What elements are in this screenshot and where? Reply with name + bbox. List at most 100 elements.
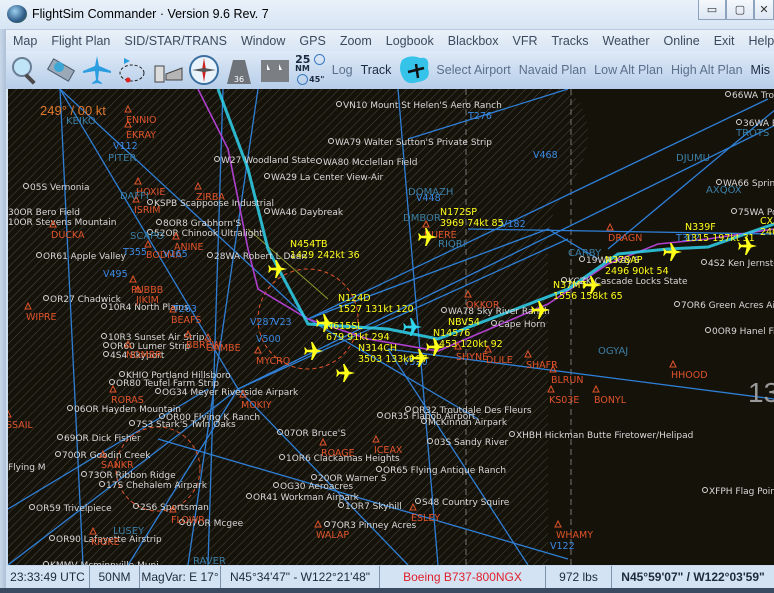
airport-label: XHBH Hickman Butte Firetower/Helipad — [516, 431, 693, 441]
menu-online[interactable]: Online — [657, 34, 707, 48]
airport-label: 1OR7 Skyhill — [345, 502, 402, 512]
rotate-value: 45" — [309, 75, 325, 84]
maximize-button[interactable]: ▢ — [726, 0, 754, 20]
menu-window[interactable]: Window — [234, 34, 292, 48]
airport-label: 07OR Bruce'S — [284, 429, 346, 439]
waypoint-label: PITER — [108, 153, 136, 164]
menu-weather[interactable]: Weather — [596, 34, 657, 48]
misc-button[interactable]: Mis — [747, 63, 774, 77]
traffic-data: 1315 197kt 31 — [685, 233, 755, 244]
waypoint-label: LUSEY — [113, 526, 145, 537]
airport-label: 03S Sandy River — [434, 438, 508, 448]
status-bar: 23:33:49 UTC 50NM MagVar: E 17° N45°34'4… — [6, 566, 774, 588]
airway-label: V23 — [273, 317, 292, 328]
waypoint-label: SCAPO — [130, 231, 164, 242]
airport-label: OR41 Workman Airpark — [253, 493, 360, 503]
menu-flight-plan[interactable]: Flight Plan — [44, 34, 117, 48]
window-controls: ▭ ▢ ✕ — [698, 0, 774, 20]
log-button[interactable]: Log — [328, 63, 357, 77]
airport-label: WA46 Daybreak — [271, 208, 344, 218]
airport-label: 73OR Ribbon Ridge — [88, 471, 176, 481]
airport-label: McKinnon Airpark — [428, 418, 508, 428]
menu-map[interactable]: Map — [6, 34, 44, 48]
menu-gps[interactable]: GPS — [292, 34, 332, 48]
menu-logbook[interactable]: Logbook — [379, 34, 441, 48]
airport-diagram-icon[interactable] — [258, 54, 291, 86]
flight-plan-map-icon[interactable] — [398, 54, 432, 86]
menu-sid-star-trans[interactable]: SID/STAR/TRANS — [117, 34, 234, 48]
cursor-position: N45°34'47" - W122°21'48" — [221, 566, 380, 588]
wind-readout: 249° / 00 kt — [40, 103, 106, 118]
fix-icon — [547, 384, 555, 393]
menu-zoom[interactable]: Zoom — [333, 34, 379, 48]
waypoint-label: CARBY — [568, 248, 602, 259]
high-alt-plan-button[interactable]: High Alt Plan — [667, 63, 747, 77]
menu-tracks[interactable]: Tracks — [544, 34, 595, 48]
traffic-callsign: N454TB — [290, 239, 328, 250]
fix-label: RORAS — [111, 395, 144, 406]
waypoint-label: OGYAJ — [598, 346, 628, 357]
fix-label: BONYL — [594, 395, 627, 406]
menu-bar: Map Flight Plan SID/STAR/TRANS Window GP… — [6, 29, 774, 51]
fix-label: WALAP — [316, 530, 349, 541]
runway-icon[interactable]: 36 — [223, 54, 256, 86]
airport-label: OR32 Troutdale Des Fleurs — [412, 406, 532, 416]
select-airport-button[interactable]: Select Airport — [432, 63, 514, 77]
utc-time: 23:33:49 UTC — [6, 566, 90, 588]
airport-icon — [716, 179, 722, 185]
airway-label: T276 — [467, 111, 492, 122]
traffic-data: 1429 242kt 36 — [290, 250, 360, 261]
menu-vfr[interactable]: VFR — [505, 34, 544, 48]
fix-label: BLRUN — [551, 375, 583, 386]
fix-label: DLILE — [486, 355, 513, 366]
map-canvas[interactable]: VN10 Mount St Helen'S Aero Ranch WA79 Wal… — [8, 89, 774, 565]
close-button[interactable]: ✕ — [754, 0, 774, 20]
fix-icon — [554, 519, 562, 528]
traffic-callsign: N172SP — [440, 207, 477, 218]
fix-label: NOMBR — [126, 350, 162, 361]
airport-label: 8OR8 Grabhorn'S — [163, 219, 241, 229]
toolbar: 36 25 NM 45" Log Track Select Airport Na… — [6, 51, 774, 89]
menu-help[interactable]: Help — [742, 34, 774, 48]
traffic-data: 2496 90kt 54 — [605, 266, 669, 277]
fix-label: KIGKE — [91, 537, 120, 548]
fix-label: FLOWR — [171, 515, 205, 526]
airport-label: W27 Woodland State — [221, 156, 316, 166]
traffic-data: 3969 74kt 85 — [440, 218, 504, 229]
airport-label: WA79 Walter Sutton'S Private Strip — [335, 138, 492, 148]
compass-icon[interactable] — [187, 54, 220, 86]
minimize-button[interactable]: ▭ — [698, 0, 726, 20]
airport-label: Flying M — [8, 463, 46, 473]
satellite-icon[interactable] — [45, 54, 78, 86]
magvar-readout: MagVar: E 17° — [140, 566, 221, 588]
traffic-callsign: CXA2 — [760, 216, 774, 227]
app-window: FlightSim Commander · Version 9.6 Rev. 7… — [0, 0, 774, 593]
low-alt-plan-button[interactable]: Low Alt Plan — [590, 63, 667, 77]
search-map-icon[interactable] — [9, 54, 42, 86]
waypoint-label: RAVER — [193, 556, 226, 565]
traffic-callsign: N314CH — [358, 343, 397, 354]
menu-blackbox[interactable]: Blackbox — [441, 34, 506, 48]
fix-label: WHAMY — [556, 530, 593, 541]
traffic-data: 1453 120kt 92 — [433, 339, 503, 350]
moving-map[interactable]: VN10 Mount St Helen'S Aero Ranch WA79 Wal… — [8, 89, 774, 565]
airport-label: 20OR Warner S — [318, 474, 387, 484]
airway-label: V122 — [550, 541, 575, 552]
range-control[interactable]: 25 NM 45" — [295, 53, 328, 87]
fix-label: ISRIM — [134, 205, 160, 216]
menu-exit[interactable]: Exit — [707, 34, 742, 48]
traffic-data: 2406 — [760, 227, 774, 238]
fuel-icon[interactable] — [152, 54, 185, 86]
fix-label: KS03E — [549, 395, 579, 406]
fix-icon — [592, 384, 600, 393]
waypoint-label: DMBOR — [403, 213, 441, 224]
fix-label: DRAGN — [608, 233, 642, 244]
track-button[interactable]: Track — [357, 63, 396, 77]
window-title: FlightSim Commander · Version 9.6 Rev. 7 — [32, 7, 269, 21]
flight-route-icon[interactable] — [116, 54, 149, 86]
traffic-data: 1527 131kt 120 — [338, 304, 414, 315]
airport-icon — [674, 301, 680, 307]
navaid-plan-button[interactable]: Navaid Plan — [515, 63, 590, 77]
airport-icon — [705, 327, 711, 333]
aircraft-icon[interactable] — [80, 54, 113, 86]
